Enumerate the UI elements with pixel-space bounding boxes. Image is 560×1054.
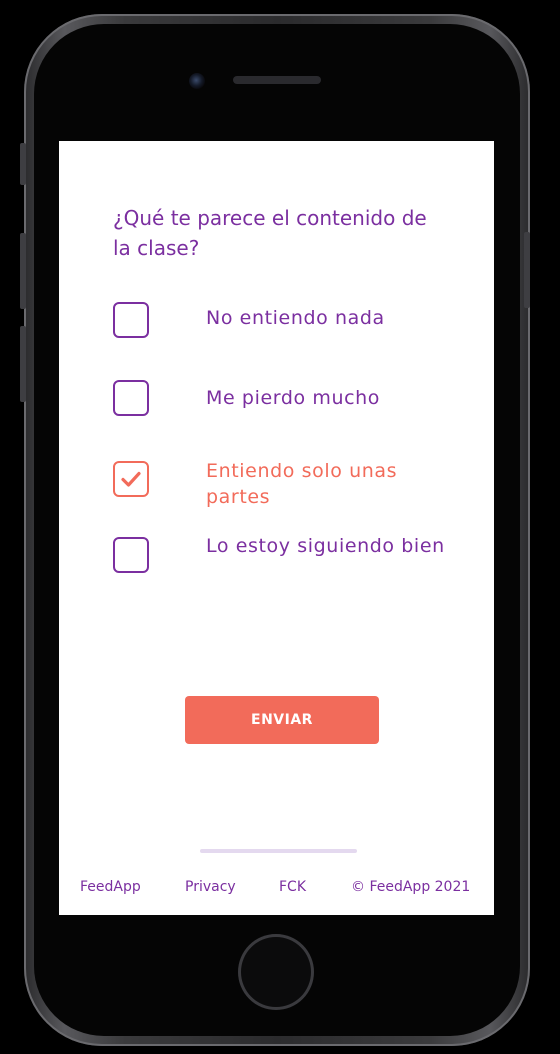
home-button[interactable] [238, 934, 314, 1010]
footer: FeedApp Privacy FCK © FeedApp 2021 [59, 879, 494, 903]
footer-link-fck[interactable]: FCK [279, 879, 306, 895]
volume-down-button [20, 326, 26, 402]
checkbox-unchecked[interactable] [113, 302, 149, 338]
option-label: Me pierdo mucho [206, 387, 381, 409]
divider [200, 849, 357, 853]
checkbox-unchecked[interactable] [113, 537, 149, 573]
question-title: ¿Qué te parece el contenido de la clase? [113, 206, 427, 260]
volume-up-button [20, 233, 26, 309]
option-entiendo-solo-unas-partes[interactable]: Entiendo solo unas partes [113, 460, 453, 521]
checkmark-icon [121, 471, 141, 487]
front-camera-icon [189, 73, 205, 89]
option-me-pierdo-mucho[interactable]: Me pierdo mucho [113, 380, 453, 440]
footer-link-feedapp[interactable]: FeedApp [80, 879, 141, 895]
option-no-entiendo-nada[interactable]: No entiendo nada [113, 302, 453, 362]
earpiece-speaker [233, 76, 321, 84]
footer-copyright: © FeedApp 2021 [351, 879, 471, 895]
power-button [524, 232, 530, 308]
checkbox-checked[interactable] [113, 461, 149, 497]
option-lo-estoy-siguiendo-bien[interactable]: Lo estoy siguiendo bien [113, 535, 453, 597]
enviar-button[interactable]: ENVIAR [185, 696, 379, 744]
mute-switch [20, 143, 26, 185]
footer-link-privacy[interactable]: Privacy [185, 879, 236, 895]
app-screen: ¿Qué te parece el contenido de la clase?… [59, 141, 494, 915]
option-label: Entiendo solo unas partes [206, 460, 398, 508]
option-label: No entiendo nada [206, 307, 385, 329]
option-label: Lo estoy siguiendo bien [206, 535, 445, 557]
checkbox-unchecked[interactable] [113, 380, 149, 416]
